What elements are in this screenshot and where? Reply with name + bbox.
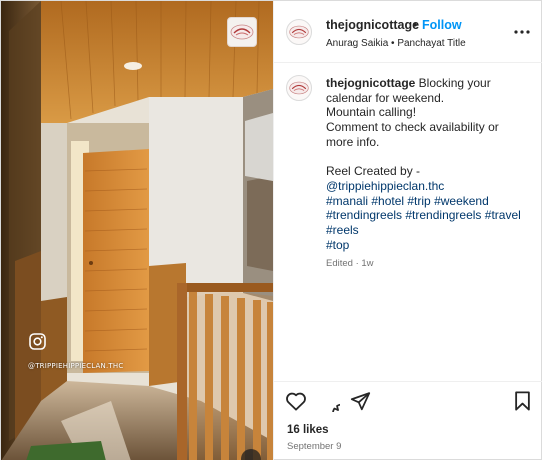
hashtags-row-2: #trendingreels #trendingreels #travel	[326, 208, 538, 223]
reel-logo-badge	[227, 17, 257, 47]
author-username-link[interactable]: thejognicottage	[326, 18, 419, 32]
caption-line-4: Comment to check availability or	[326, 120, 499, 135]
thejognicottage-logo-icon	[289, 81, 309, 95]
audio-location-link[interactable]: Anurag Saikia • Panchayat Title	[326, 38, 466, 49]
reel-frame	[1, 1, 273, 460]
instagram-icon	[29, 333, 46, 350]
share-icon[interactable]	[348, 389, 372, 413]
hashtags-row-3: #reels	[326, 223, 538, 238]
thejognicottage-logo-icon	[289, 25, 309, 39]
hashtag-link[interactable]: #manali #hotel #trip #weekend	[326, 194, 489, 208]
caption-line-1: thejognicottage Blocking your	[326, 76, 538, 91]
more-options-icon[interactable]	[510, 25, 534, 39]
post-dialog: @TRIPPIEHIPPIECLAN.THC thejognicottage •…	[0, 0, 542, 460]
caption-line-6: Reel Created by -	[326, 164, 421, 179]
post-date: September 9	[287, 441, 342, 452]
follow-button[interactable]: Follow	[422, 18, 462, 32]
hashtags-row-4: #top	[326, 238, 538, 253]
comment-icon[interactable]	[317, 389, 341, 413]
caption-line-5: more info.	[326, 134, 380, 149]
caption-line-3: Mountain calling!	[326, 105, 417, 120]
hashtag-link[interactable]: #top	[326, 238, 349, 252]
post-actions: 16 likes September 9	[274, 381, 542, 460]
reel-video[interactable]: @TRIPPIEHIPPIECLAN.THC	[1, 1, 273, 460]
hashtags-row-1: #manali #hotel #trip #weekend	[326, 194, 538, 209]
reel-watermark: @TRIPPIEHIPPIECLAN.THC	[28, 362, 124, 370]
caption-line-2: calendar for weekend.	[326, 90, 445, 105]
author-avatar[interactable]	[286, 19, 312, 45]
bookmark-icon[interactable]	[510, 389, 534, 413]
hashtag-link[interactable]: #reels	[326, 223, 359, 237]
likes-count[interactable]: 16 likes	[287, 424, 329, 436]
caption-text: thejognicottage Blocking your calendar f…	[326, 76, 538, 252]
header-separator: •	[413, 18, 418, 32]
caption-meta: Edited · 1w	[326, 258, 374, 269]
caption-text-start: Blocking your	[415, 76, 491, 90]
thejognicottage-logo-icon	[230, 24, 254, 40]
caption-mention-row: @trippiehippieclan.thc	[326, 179, 538, 194]
caption-username-link[interactable]: thejognicottage	[326, 76, 415, 90]
caption-section: thejognicottage Blocking your calendar f…	[274, 63, 542, 381]
post-header: thejognicottage • Follow Anurag Saikia •…	[274, 1, 542, 63]
mention-link[interactable]: @trippiehippieclan.thc	[326, 179, 444, 193]
caption-avatar[interactable]	[286, 75, 312, 101]
post-side-panel: thejognicottage • Follow Anurag Saikia •…	[273, 1, 542, 460]
hashtag-link[interactable]: #trendingreels #trendingreels #travel	[326, 208, 521, 222]
heart-icon[interactable]	[284, 389, 308, 413]
